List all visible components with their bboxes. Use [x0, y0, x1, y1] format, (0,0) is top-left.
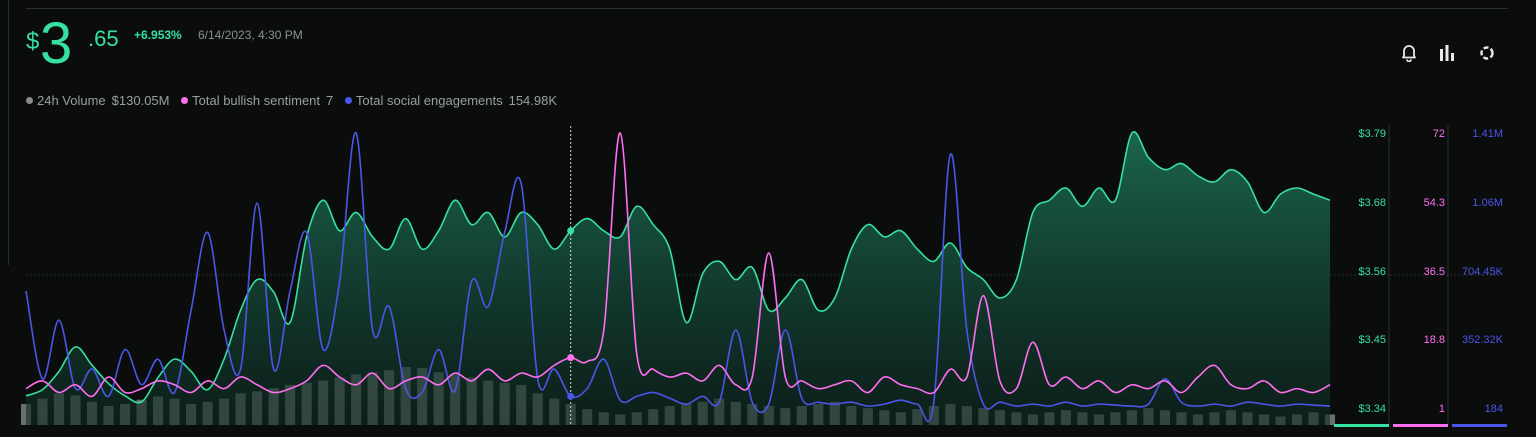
axis-tick-engagements: 184: [1485, 403, 1503, 415]
crosshair-sentiment-dot: [567, 354, 575, 362]
axis-tick-engagements: 704.45K: [1462, 266, 1504, 278]
axis-tick-sentiment: 72: [1433, 128, 1445, 140]
chart-area[interactable]: $3.79 $3.68 $3.56 $3.45 $3.34 72 54.3 36.5 18.8 1…: [0, 0, 1536, 437]
axis-tick-price: $3.45: [1358, 334, 1386, 346]
axis-tick-sentiment: 36.5: [1424, 266, 1445, 278]
price-area: [26, 131, 1330, 426]
axis-tick-price: $3.56: [1358, 266, 1386, 278]
crosshair-engagements-dot: [567, 392, 575, 400]
axis-tick-engagements: 1.06M: [1472, 197, 1503, 209]
axis-marker-sentiment: [1393, 424, 1448, 427]
axis-tick-price: $3.79: [1358, 128, 1386, 140]
axis-tick-sentiment: 18.8: [1424, 334, 1445, 346]
axis-marker-engagements: [1452, 424, 1507, 427]
axis-tick-sentiment: 1: [1439, 403, 1445, 415]
crosshair-price-dot: [567, 227, 575, 235]
axis-tick-sentiment: 54.3: [1424, 197, 1445, 209]
axis-tick-engagements: 1.41M: [1472, 128, 1503, 140]
axis-tick-price: $3.68: [1358, 197, 1386, 209]
axis-tick-engagements: 352.32K: [1462, 334, 1504, 346]
axis-tick-price: $3.34: [1358, 403, 1386, 415]
axis-marker-price: [1334, 424, 1389, 427]
